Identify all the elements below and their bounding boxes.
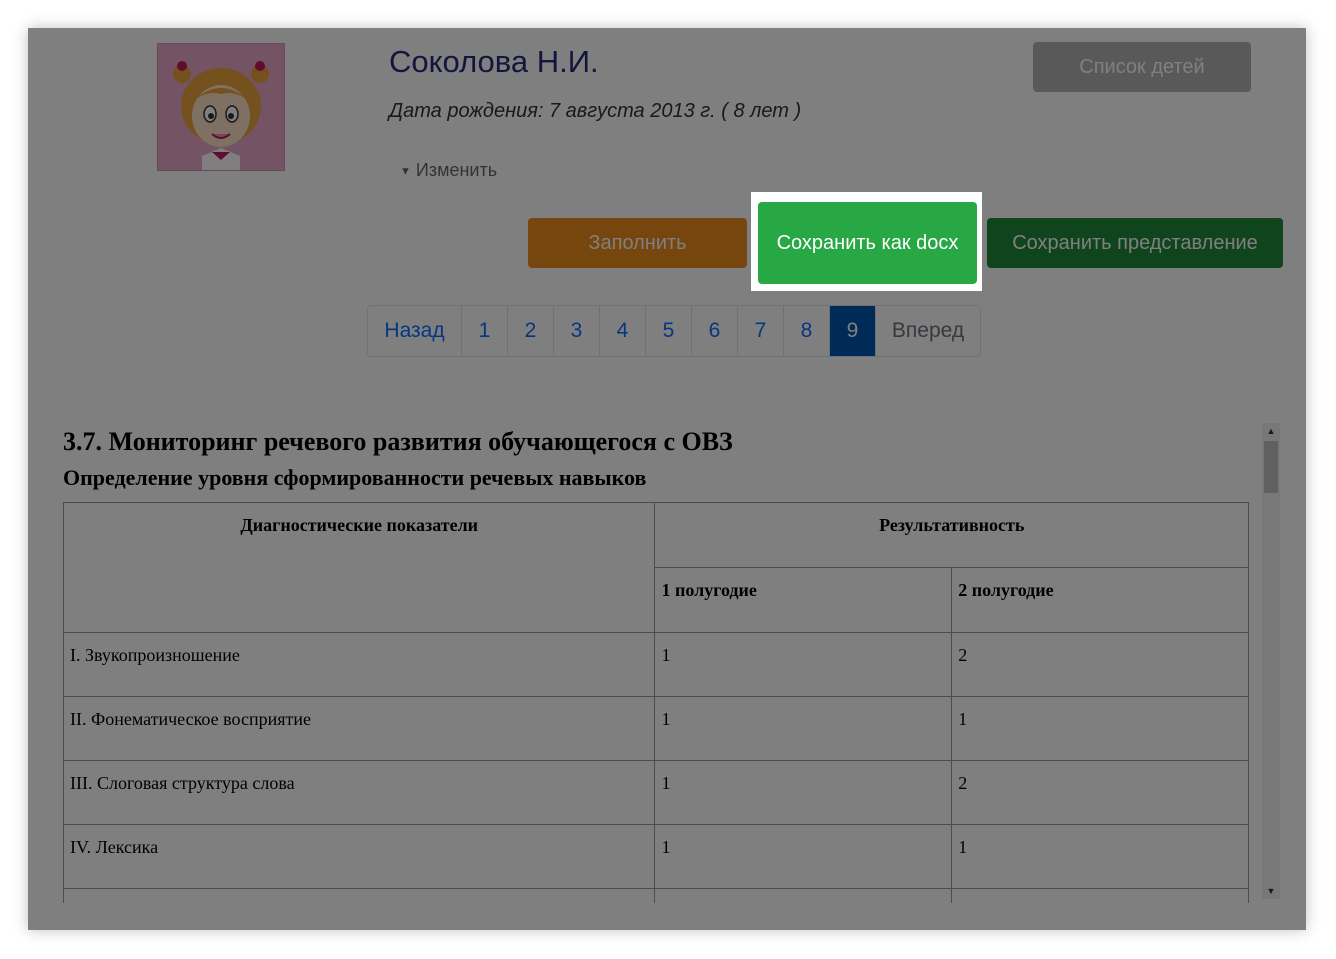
table-row: II. Фонематическое восприятие 1 1 bbox=[63, 696, 1249, 761]
pagination-next[interactable]: Вперед bbox=[876, 306, 980, 356]
pagination-page-7[interactable]: 7 bbox=[738, 306, 784, 356]
half2-cell: 2 bbox=[951, 760, 1249, 825]
pagination-page-1[interactable]: 1 bbox=[462, 306, 508, 356]
pagination-page-2[interactable]: 2 bbox=[508, 306, 554, 356]
half2-cell: 1 bbox=[951, 824, 1249, 889]
indicator-cell: III. Слоговая структура слова bbox=[63, 760, 656, 825]
document-scrollbar[interactable]: ▲ ▼ bbox=[1262, 423, 1280, 899]
save-view-button[interactable]: Сохранить представление bbox=[987, 218, 1283, 268]
edit-link[interactable]: ▼ Изменить bbox=[400, 160, 497, 181]
pagination-page-4[interactable]: 4 bbox=[600, 306, 646, 356]
table-header-row: Диагностические показатели Результативно… bbox=[63, 502, 1249, 633]
scroll-up-arrow-icon[interactable]: ▲ bbox=[1262, 423, 1280, 439]
table-row: IV. Лексика 1 1 bbox=[63, 824, 1249, 889]
table-row: III. Слоговая структура слова 1 2 bbox=[63, 760, 1249, 825]
fill-button[interactable]: Заполнить bbox=[528, 218, 747, 268]
indicator-cell: I. Звукопроизношение bbox=[63, 632, 656, 697]
scrollbar-thumb[interactable] bbox=[1264, 441, 1278, 493]
scroll-down-arrow-icon[interactable]: ▼ bbox=[1262, 883, 1280, 899]
caret-down-icon: ▼ bbox=[400, 165, 411, 178]
header-indicators: Диагностические показатели bbox=[63, 502, 656, 633]
edit-label: Изменить bbox=[415, 160, 498, 180]
document-preview: 3.7. Мониторинг речевого развития обучаю… bbox=[63, 423, 1250, 903]
half1-cell: 1 bbox=[654, 632, 953, 697]
pagination: Назад 1 2 3 4 5 6 7 8 9 Вперед bbox=[367, 305, 981, 357]
pagination-page-5[interactable]: 5 bbox=[646, 306, 692, 356]
child-name: Соколова Н.И. bbox=[389, 44, 599, 79]
child-avatar bbox=[157, 43, 285, 171]
document-subtitle: Определение уровня сформированности рече… bbox=[63, 465, 647, 490]
girl-avatar-icon bbox=[158, 44, 284, 170]
half2-cell: 2 bbox=[951, 632, 1249, 697]
half1-cell: 1 bbox=[654, 696, 953, 761]
half2-cell: 1 bbox=[951, 696, 1249, 761]
highlight-frame: Сохранить как docx bbox=[751, 192, 982, 291]
table-row: I. Звукопроизношение 1 2 bbox=[63, 632, 1249, 697]
children-list-button[interactable]: Список детей bbox=[1033, 42, 1251, 92]
half1-cell: 1 bbox=[654, 760, 953, 825]
pagination-page-8[interactable]: 8 bbox=[784, 306, 830, 356]
table-row bbox=[63, 888, 1249, 903]
monitoring-table: Диагностические показатели Результативно… bbox=[63, 502, 1249, 903]
app-window: Соколова Н.И. Дата рождения: 7 августа 2… bbox=[28, 28, 1306, 930]
header-half-1: 1 полугодие bbox=[654, 567, 953, 633]
header-half-2: 2 полугодие bbox=[951, 567, 1249, 633]
indicator-cell: IV. Лексика bbox=[63, 824, 656, 889]
save-docx-button[interactable]: Сохранить как docx bbox=[758, 202, 977, 284]
pagination-page-6[interactable]: 6 bbox=[692, 306, 738, 356]
half1-cell: 1 bbox=[654, 824, 953, 889]
pagination-prev[interactable]: Назад bbox=[368, 306, 462, 356]
page-content: Соколова Н.И. Дата рождения: 7 августа 2… bbox=[28, 28, 1306, 930]
pagination-page-9-active[interactable]: 9 bbox=[830, 306, 876, 356]
birthdate-text: Дата рождения: 7 августа 2013 г. ( 8 лет… bbox=[389, 100, 802, 122]
header-results: Результативность bbox=[654, 502, 1249, 568]
pagination-page-3[interactable]: 3 bbox=[554, 306, 600, 356]
document-title: 3.7. Мониторинг речевого развития обучаю… bbox=[63, 427, 733, 456]
indicator-cell: II. Фонематическое восприятие bbox=[63, 696, 656, 761]
